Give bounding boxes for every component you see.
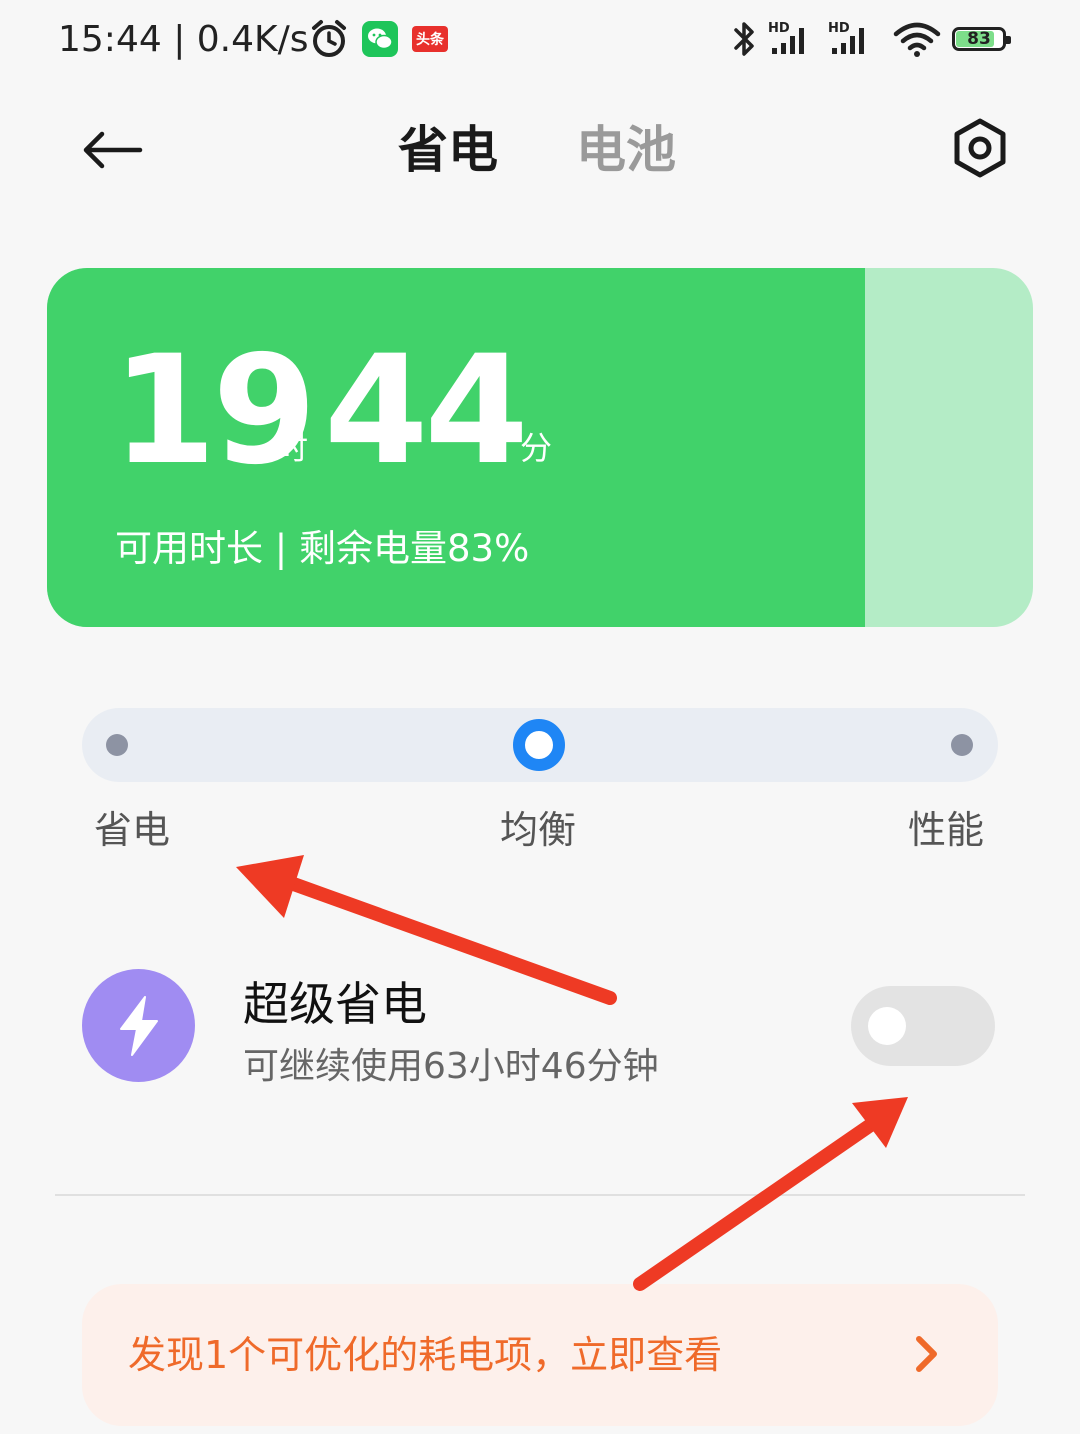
battery-status-icon: 83 (952, 18, 1011, 60)
bluetooth-icon (730, 18, 760, 60)
toutiao-icon: 头条 (412, 18, 448, 60)
tab-battery[interactable]: 电池 (576, 118, 676, 182)
hours-unit: 时 (276, 429, 309, 467)
minutes-unit: 分 (520, 429, 553, 467)
remaining-hours: 19 (112, 324, 317, 498)
signal-hd-icon-2: HD (828, 18, 874, 60)
back-button[interactable] (72, 112, 152, 188)
mode-label-balanced[interactable]: 均衡 (500, 806, 576, 854)
super-saving-toggle[interactable] (851, 986, 995, 1066)
toggle-knob (868, 1007, 906, 1045)
wifi-icon (892, 18, 942, 60)
toutiao-badge: 头条 (412, 26, 448, 52)
mode-label-power-saving[interactable]: 省电 (94, 806, 170, 854)
battery-status-level: 83 (967, 29, 991, 49)
arrow-left-icon (83, 131, 143, 169)
settings-button[interactable] (944, 112, 1016, 184)
mode-dot-balanced-selected[interactable] (513, 719, 565, 771)
svg-text:HD: HD (768, 21, 790, 36)
super-saving-icon-badge (82, 969, 195, 1082)
optimize-banner-text: 发现1个可优化的耗电项，立即查看 (128, 1333, 723, 1377)
optimize-banner[interactable]: 发现1个可优化的耗电项，立即查看 (82, 1284, 998, 1426)
divider (55, 1194, 1025, 1196)
mode-dot-power-saving[interactable] (106, 734, 128, 756)
chevron-right-icon (916, 1336, 937, 1372)
signal-hd-icon-1: HD (768, 18, 814, 60)
mode-slider-track[interactable] (82, 708, 998, 782)
remaining-minutes: 44 (324, 324, 529, 498)
mode-dot-performance[interactable] (951, 734, 973, 756)
alarm-icon (308, 18, 350, 60)
annotation-arrow-to-toggle (633, 1097, 908, 1291)
lightning-bolt-icon (119, 995, 158, 1056)
super-saving-subtitle: 可继续使用63小时46分钟 (243, 1046, 659, 1087)
tab-power-saving[interactable]: 省电 (398, 118, 498, 182)
super-saving-title: 超级省电 (243, 977, 427, 1031)
svg-text:HD: HD (828, 21, 850, 36)
wechat-icon (362, 18, 398, 60)
battery-subtitle: 可用时长 | 剩余电量83% (115, 527, 530, 570)
settings-hexagon-icon (954, 118, 1006, 178)
status-time: 15:44 | 0.4K/s (58, 19, 309, 60)
mode-label-performance[interactable]: 性能 (908, 806, 984, 854)
